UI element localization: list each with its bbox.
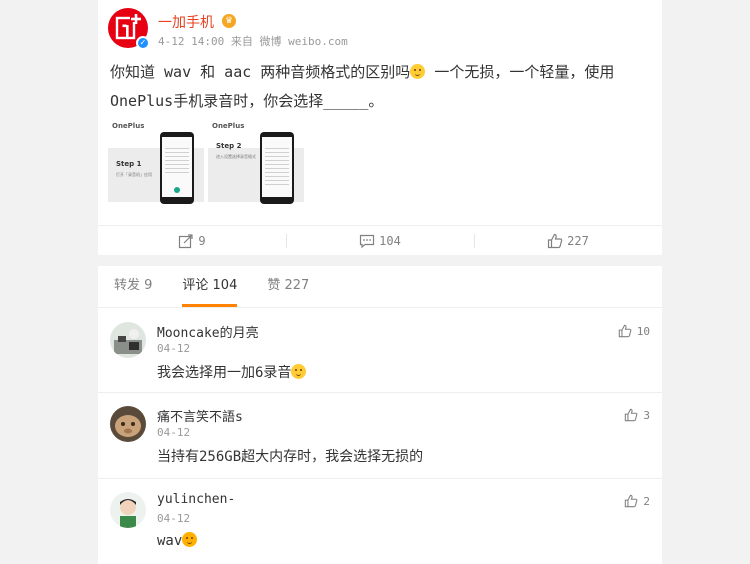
smile-emoji-icon — [410, 64, 426, 79]
comment-icon — [360, 234, 375, 248]
screen-content — [165, 145, 189, 175]
oneplus-mark-icon: OnePlus — [212, 122, 245, 130]
phone-mockup — [260, 132, 294, 204]
comment-tabs: 转发 9 评论 104 赞 227 — [98, 266, 662, 308]
comment-item: 痛不言笑不語s 04-12 当持有256GB超大内存时，我会选择无损的 3 — [98, 392, 662, 478]
comment-like-button[interactable]: 3 — [624, 408, 650, 422]
oneplus-mark-icon: OnePlus — [112, 122, 145, 130]
post-meta: 4-12 14:00 来自 微博 weibo.com — [158, 33, 348, 49]
step-label: Step 1 — [116, 160, 142, 168]
comment-text: wav — [157, 532, 198, 549]
like-button[interactable]: 227 — [474, 226, 662, 255]
laugh-emoji-icon — [182, 532, 198, 547]
comment-item: Mooncake的月亮 04-12 我会选择用一加6录音 10 — [98, 308, 662, 392]
post-image-1[interactable]: OnePlus Step 1 打开「录音机」应用 — [108, 120, 204, 208]
like-count: 227 — [567, 233, 589, 248]
comment-divider — [98, 392, 662, 393]
comment-like-count: 2 — [643, 494, 650, 508]
comment-body: 我会选择用一加6录音 — [157, 365, 292, 381]
smile-emoji-icon — [291, 364, 307, 379]
thumbs-up-icon — [625, 494, 638, 508]
comment-date: 04-12 — [157, 512, 191, 525]
comment-like-button[interactable]: 10 — [618, 324, 650, 338]
comment-divider — [98, 478, 662, 479]
comments-card: 转发 9 评论 104 赞 227 Mooncake的月亮 04-12 我会选择… — [98, 266, 662, 564]
comment-text: 我会选择用一加6录音 — [157, 362, 307, 382]
record-button-icon — [174, 187, 180, 193]
tab-repost[interactable]: 转发 9 — [114, 266, 152, 307]
post-source[interactable]: 微博 weibo.com — [259, 35, 347, 48]
post-action-bar: 9 104 227 — [98, 225, 662, 255]
comment-like-count: 3 — [643, 408, 650, 422]
comment-author[interactable]: Mooncake的月亮 — [157, 322, 259, 341]
comment-body: wav — [157, 533, 183, 549]
post-text: 你知道 wav 和 aac 两种音频格式的区别吗 一个无损，一个轻量，使用One… — [110, 58, 650, 116]
repost-button[interactable]: 9 — [98, 226, 286, 255]
avatar[interactable] — [110, 492, 146, 528]
screen-content — [265, 145, 289, 185]
weibo-post-card: ✓ 一加手机 ♛ 4-12 14:00 来自 微博 weibo.com 你知道 … — [98, 0, 662, 255]
comment-date: 04-12 — [157, 426, 191, 439]
avatar[interactable] — [110, 406, 146, 442]
phone-mockup — [160, 132, 194, 204]
step-desc: 打开「录音机」应用 — [116, 172, 152, 177]
comment-button[interactable]: 104 — [286, 226, 474, 255]
vip-crown-icon[interactable]: ♛ — [222, 14, 236, 28]
comment-author[interactable]: 痛不言笑不語s — [157, 406, 243, 425]
tab-like[interactable]: 赞 227 — [267, 266, 309, 307]
phone-screen — [262, 137, 292, 197]
comment-like-count: 10 — [636, 324, 650, 338]
comment-item: yulinchen- 04-12 wav 2 — [98, 478, 662, 564]
post-time[interactable]: 4-12 14:00 — [158, 35, 224, 48]
tab-comment[interactable]: 评论 104 — [182, 266, 237, 307]
step-label: Step 2 — [216, 142, 242, 150]
thumbs-up-icon — [618, 324, 632, 338]
repost-count: 9 — [198, 233, 206, 248]
repost-icon — [179, 233, 193, 248]
comment-author[interactable]: yulinchen- — [157, 492, 235, 507]
comment-date: 04-12 — [157, 342, 191, 355]
avatar[interactable] — [110, 322, 146, 358]
thumbs-up-icon — [625, 408, 638, 422]
verified-icon: ✓ — [136, 36, 150, 50]
comment-text: 当持有256GB超大内存时，我会选择无损的 — [157, 449, 424, 465]
author-name[interactable]: 一加手机 — [158, 12, 214, 32]
post-image-2[interactable]: OnePlus Step 2 进入设置选择录音格式 — [208, 120, 304, 208]
comment-like-button[interactable]: 2 — [624, 494, 650, 508]
phone-screen — [162, 137, 192, 197]
post-text-part1: 你知道 wav 和 aac 两种音频格式的区别吗 — [110, 63, 411, 81]
source-prefix: 来自 — [230, 35, 253, 48]
comment-count: 104 — [379, 233, 401, 248]
thumbs-up-icon — [548, 233, 563, 248]
step-desc: 进入设置选择录音格式 — [216, 154, 256, 159]
